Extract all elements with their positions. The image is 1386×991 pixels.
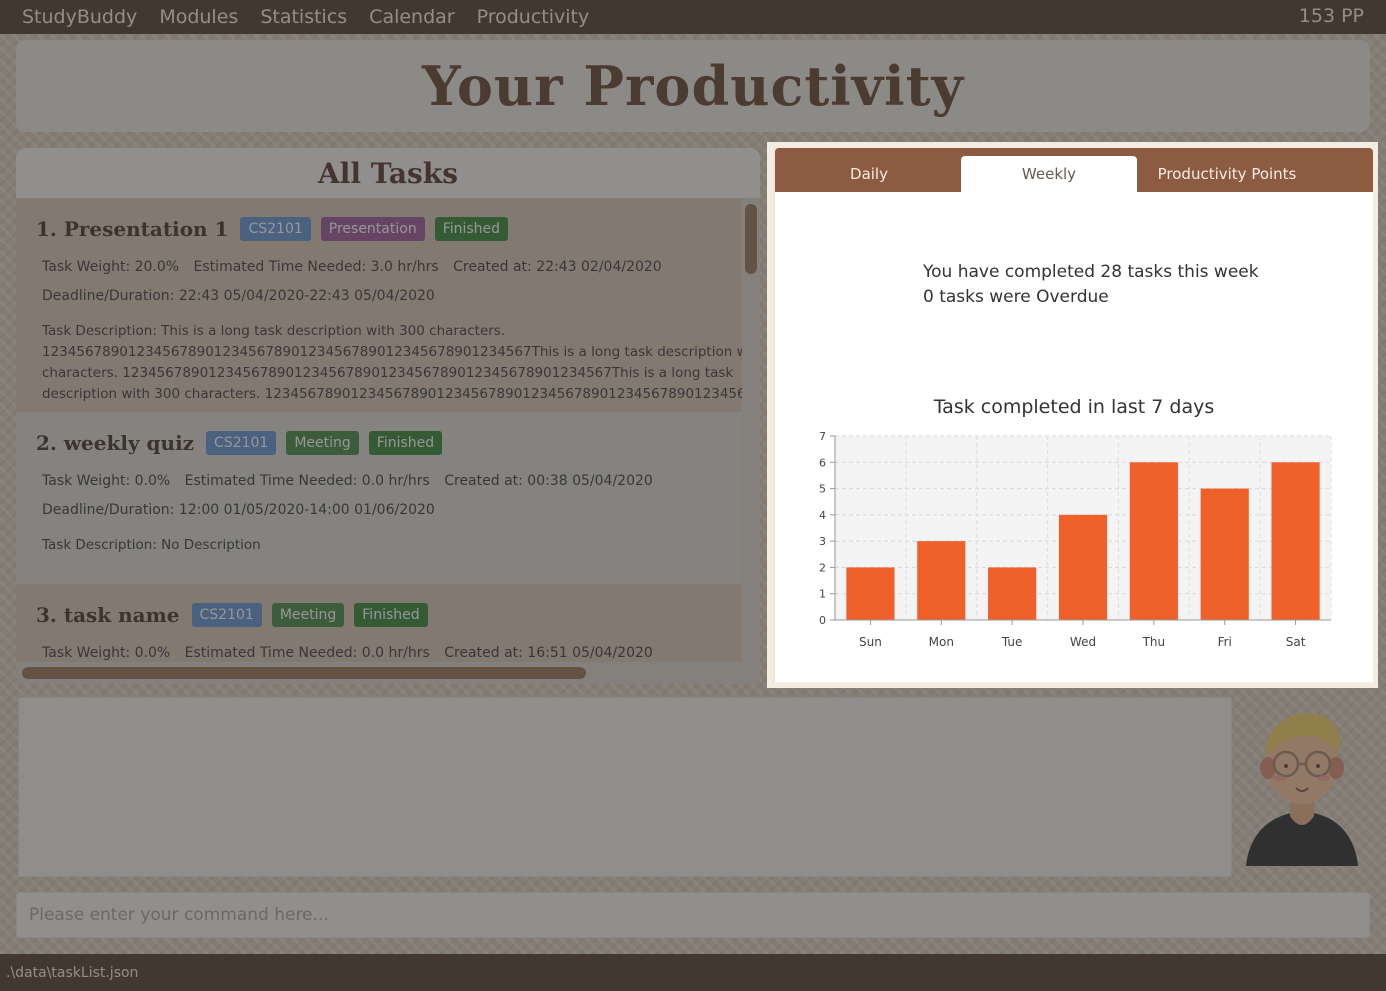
menu-calendar[interactable]: Calendar xyxy=(369,6,454,28)
y-tick-label: 2 xyxy=(819,561,826,574)
weekly-tab-content: You have completed 28 tasks this week 0 … xyxy=(775,192,1373,682)
task-meta: Task Weight: 0.0% Estimated Time Needed:… xyxy=(42,473,742,489)
menu-productivity[interactable]: Productivity xyxy=(477,6,590,28)
status-tag: Finished xyxy=(434,217,509,241)
tab-daily[interactable]: Daily xyxy=(781,156,957,192)
vertical-scrollbar[interactable] xyxy=(742,198,760,684)
module-tag: CS2101 xyxy=(191,603,262,627)
task-meta: Task Weight: 20.0% Estimated Time Needed… xyxy=(42,259,742,275)
task-title: 2. weekly quiz xyxy=(36,431,195,455)
weekly-summary: You have completed 28 tasks this week 0 … xyxy=(923,260,1259,310)
status-tag: Finished xyxy=(354,603,428,627)
task-card[interactable]: 3. task name CS2101 Meeting Finished Tas… xyxy=(16,584,742,662)
y-tick-label: 5 xyxy=(819,483,826,496)
chart-title: Task completed in last 7 days xyxy=(933,396,1215,418)
x-tick-label: Mon xyxy=(929,635,954,649)
menu-studybuddy[interactable]: StudyBuddy xyxy=(22,6,137,28)
x-tick-label: Fri xyxy=(1218,635,1232,649)
y-tick-label: 6 xyxy=(819,456,826,469)
task-time: Estimated Time Needed: 0.0 hr/hrs xyxy=(184,473,430,489)
task-created: Created at: 16:51 05/04/2020 xyxy=(444,645,653,661)
y-tick-label: 1 xyxy=(819,588,826,601)
data-file-path: .\data\taskList.json xyxy=(6,964,139,981)
x-tick-label: Wed xyxy=(1070,635,1096,649)
task-deadline: Deadline/Duration: 12:00 01/05/2020-14:0… xyxy=(42,502,435,518)
bar-sun xyxy=(846,567,895,620)
task-title: 1. Presentation 1 xyxy=(36,217,229,241)
task-created: Created at: 22:43 02/04/2020 xyxy=(453,259,662,275)
task-title: 3. task name xyxy=(36,603,180,627)
type-tag: Presentation xyxy=(320,217,425,241)
productivity-points: 153 PP xyxy=(1298,5,1364,27)
type-tag: Meeting xyxy=(271,603,345,627)
task-weight: Task Weight: 0.0% xyxy=(42,473,171,489)
task-meta: Task Weight: 0.0% Estimated Time Needed:… xyxy=(42,645,742,661)
productivity-panel: Daily Weekly Productivity Points You hav… xyxy=(767,142,1378,688)
y-tick-label: 7 xyxy=(819,430,826,443)
completed-summary: You have completed 28 tasks this week xyxy=(923,262,1259,282)
bar-fri xyxy=(1200,488,1249,620)
horizontal-scroll-thumb[interactable] xyxy=(22,667,586,679)
chart-container: 0 1 2 3 4 5 6 7 Sun Mon Tue Wed Thu Fri Sat xyxy=(797,430,1337,664)
x-tick-label: Sun xyxy=(859,635,882,649)
all-tasks-panel: All Tasks 1. Presentation 1 CS2101 Prese… xyxy=(16,148,760,684)
x-tick-label: Sat xyxy=(1286,635,1306,649)
tasks-header: All Tasks xyxy=(16,148,760,198)
task-created: Created at: 00:38 05/04/2020 xyxy=(444,473,653,489)
status-bar: .\data\taskList.json xyxy=(0,954,1386,991)
response-box xyxy=(18,697,1232,877)
tab-productivity-points[interactable]: Productivity Points xyxy=(1137,156,1317,192)
x-tick-label: Thu xyxy=(1142,635,1166,649)
y-tick-label: 3 xyxy=(819,535,826,548)
bar-chart: 0 1 2 3 4 5 6 7 Sun Mon Tue Wed Thu Fri Sat xyxy=(819,430,1332,649)
task-deadline: Deadline/Duration: 22:43 05/04/2020-22:4… xyxy=(42,288,435,304)
task-weight: Task Weight: 20.0% xyxy=(42,259,180,275)
y-tick-label: 0 xyxy=(819,614,826,627)
bar-mon xyxy=(917,541,966,620)
menu-modules[interactable]: Modules xyxy=(159,6,238,28)
task-description: Task Description: This is a long task de… xyxy=(42,323,742,402)
tab-weekly[interactable]: Weekly xyxy=(961,156,1137,192)
x-tick-label: Tue xyxy=(1001,635,1023,649)
bar-thu xyxy=(1129,462,1178,620)
module-tag: CS2101 xyxy=(240,217,311,241)
vertical-scroll-thumb[interactable] xyxy=(745,204,757,274)
avatar xyxy=(1246,713,1358,866)
task-description: Task Description: No Description xyxy=(42,537,261,553)
bar-wed xyxy=(1058,514,1108,620)
title-banner: Your Productivity xyxy=(16,40,1370,132)
task-time: Estimated Time Needed: 3.0 hr/hrs xyxy=(193,259,439,275)
tasks-heading: All Tasks xyxy=(318,156,458,190)
command-input[interactable] xyxy=(16,892,1370,938)
horizontal-scrollbar[interactable] xyxy=(16,662,742,684)
task-time: Estimated Time Needed: 0.0 hr/hrs xyxy=(184,645,430,661)
task-card[interactable]: 2. weekly quiz CS2101 Meeting Finished T… xyxy=(16,412,742,584)
menu-statistics[interactable]: Statistics xyxy=(260,6,347,28)
tab-bar: Daily Weekly Productivity Points xyxy=(775,148,1373,192)
task-weight: Task Weight: 0.0% xyxy=(42,645,171,661)
menu-bar: StudyBuddy Modules Statistics Calendar P… xyxy=(0,0,1386,34)
overdue-summary: 0 tasks were Overdue xyxy=(923,287,1109,307)
bar-tue xyxy=(988,567,1037,620)
task-list[interactable]: 1. Presentation 1 CS2101 Presentation Fi… xyxy=(16,198,742,662)
task-card[interactable]: 1. Presentation 1 CS2101 Presentation Fi… xyxy=(16,198,742,412)
y-tick-label: 4 xyxy=(819,509,826,522)
page-title: Your Productivity xyxy=(421,54,965,118)
bar-sat xyxy=(1271,462,1320,620)
module-tag: CS2101 xyxy=(206,431,277,455)
status-tag: Finished xyxy=(368,431,443,455)
type-tag: Meeting xyxy=(286,431,359,455)
